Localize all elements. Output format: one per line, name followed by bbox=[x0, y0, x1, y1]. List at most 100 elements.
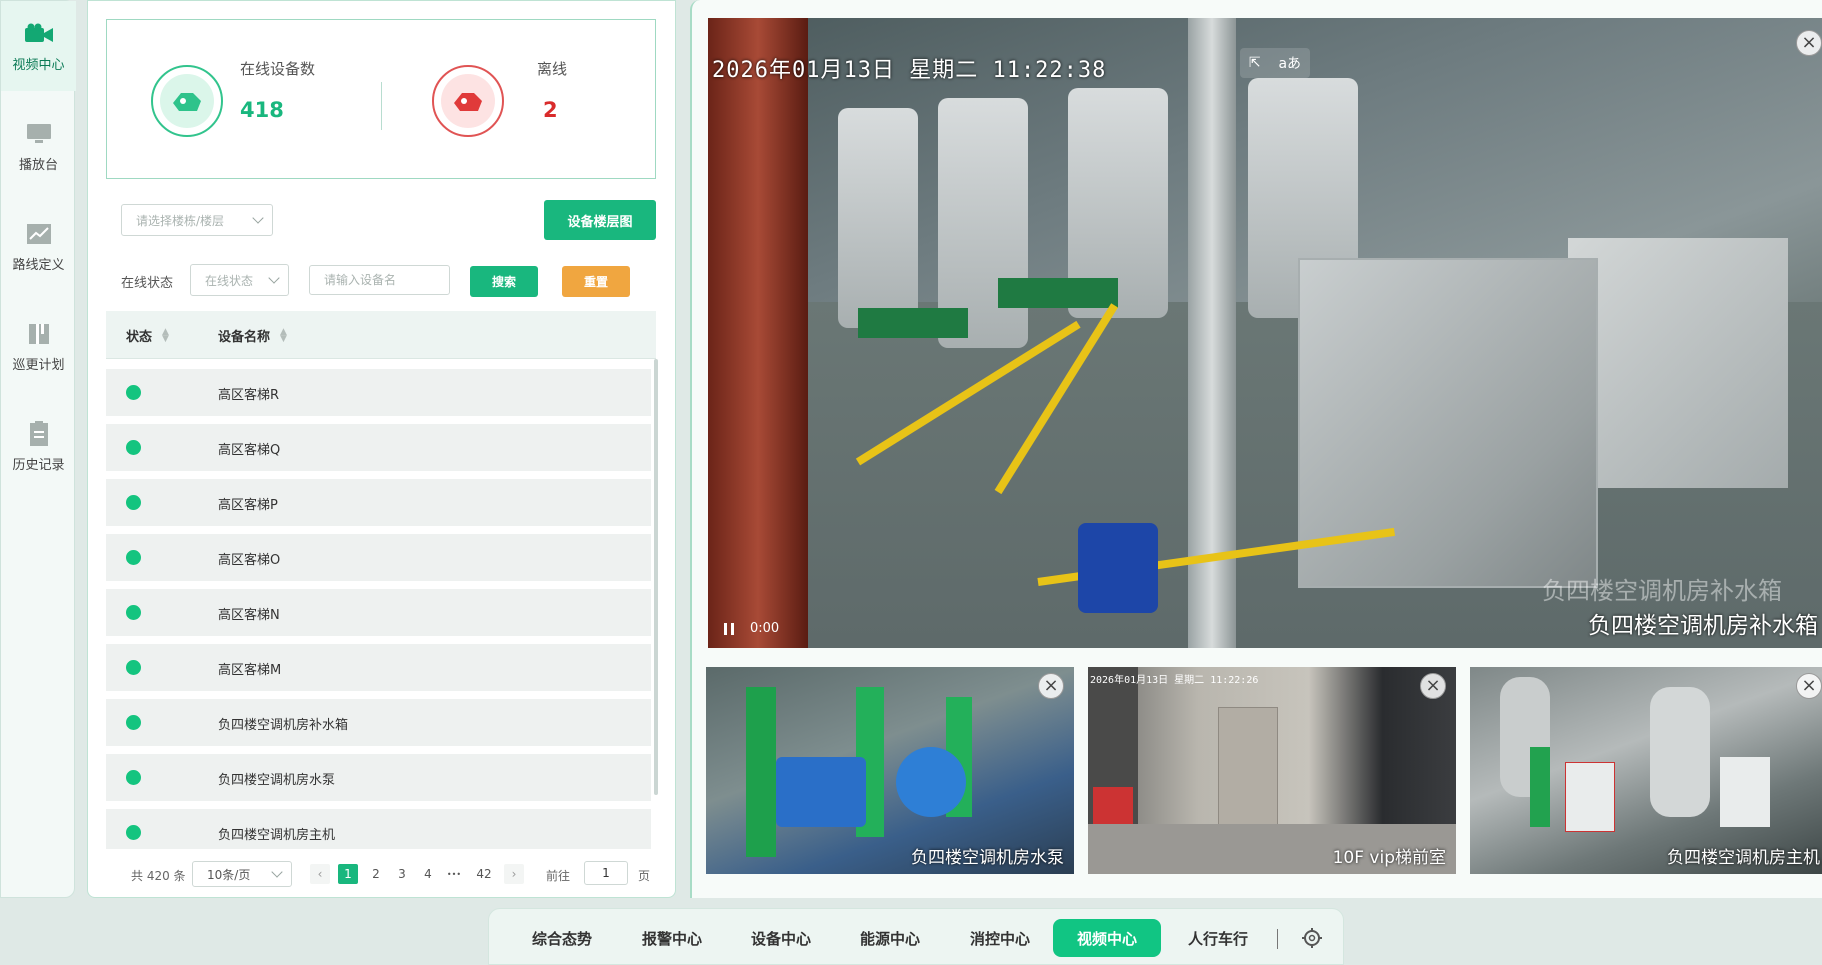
video-scene bbox=[1530, 747, 1550, 827]
close-thumbnail-button[interactable]: × bbox=[1038, 673, 1064, 699]
tab-alarm-center[interactable]: 报警中心 bbox=[623, 919, 721, 957]
online-status-dot bbox=[126, 770, 141, 785]
status-filter-label: 在线状态 bbox=[121, 276, 174, 291]
column-device-name[interactable]: 设备名称 ▲ ▼ bbox=[218, 326, 287, 345]
thumbnail-video-pump[interactable]: × 负四楼空调机房水泵 bbox=[706, 667, 1074, 874]
video-scene bbox=[1720, 757, 1770, 827]
table-row[interactable]: 负四楼空调机房补水箱 bbox=[106, 699, 651, 746]
search-button[interactable]: 搜索 bbox=[470, 266, 538, 297]
page-42[interactable]: 42 bbox=[470, 864, 498, 884]
list-scrollbar[interactable] bbox=[654, 359, 658, 795]
table-row[interactable]: 负四楼空调机房水泵 bbox=[106, 754, 651, 801]
page-1[interactable]: 1 bbox=[338, 864, 358, 884]
online-status-select[interactable]: 在线状态 bbox=[190, 264, 289, 296]
close-thumbnail-button[interactable]: × bbox=[1796, 673, 1822, 699]
online-status-placeholder: 在线状态 bbox=[205, 273, 254, 288]
nav-item-route[interactable]: 路线定义 bbox=[1, 201, 76, 291]
video-scene bbox=[746, 687, 776, 857]
column-status[interactable]: 状态 ▲ ▼ bbox=[126, 326, 169, 345]
thumbnail-label: 10F vip梯前室 bbox=[1332, 848, 1446, 868]
more-pages[interactable]: ••• bbox=[444, 864, 464, 884]
page-3[interactable]: 3 bbox=[392, 864, 412, 884]
nav-item-playback[interactable]: 播放台 bbox=[1, 101, 76, 191]
video-name: 负四楼空调机房补水箱 bbox=[1588, 613, 1818, 639]
device-name-input[interactable] bbox=[309, 265, 450, 295]
tab-overview[interactable]: 综合态势 bbox=[513, 919, 611, 957]
video-scene bbox=[1650, 687, 1710, 817]
gear-icon[interactable] bbox=[1299, 925, 1325, 951]
device-list: 高区客梯R 高区客梯Q 高区客梯P 高区客梯O 高区客梯N 高区客梯M 负四楼空… bbox=[106, 369, 651, 849]
device-name: 高区客梯Q bbox=[218, 443, 281, 458]
table-row[interactable]: 高区客梯M bbox=[106, 644, 651, 691]
table-row[interactable]: 高区客梯N bbox=[106, 589, 651, 636]
page-2[interactable]: 2 bbox=[366, 864, 386, 884]
goto-page-value: 1 bbox=[602, 866, 610, 880]
main-video-player[interactable]: 2026年01月13日 星期二 11:22:38 ⇱ aあ 负四楼空调机房补水箱… bbox=[708, 18, 1822, 648]
chevron-down-icon bbox=[252, 212, 264, 224]
offline-value: 2 bbox=[543, 98, 558, 122]
nav-item-video-center[interactable]: 视频中心 bbox=[1, 1, 76, 91]
monitor-icon bbox=[24, 120, 54, 148]
pause-icon[interactable] bbox=[724, 622, 734, 635]
device-panel: 在线设备数 418 离线 2 请选择楼栋/楼层 设备楼层图 在线状态 在线状态 … bbox=[87, 0, 676, 898]
playback-controls: 0:00 bbox=[724, 621, 779, 636]
goto-page-input[interactable]: 1 bbox=[584, 861, 628, 885]
video-scene bbox=[858, 308, 968, 338]
close-main-video-button[interactable]: × bbox=[1796, 30, 1822, 56]
camera-icon bbox=[24, 20, 54, 48]
thumbnail-video-chiller[interactable]: × 负四楼空调机房主机 bbox=[1470, 667, 1822, 874]
bottom-tab-bar: 综合态势 报警中心 设备中心 能源中心 消控中心 视频中心 人行车行 bbox=[488, 908, 1344, 965]
column-device-name-label: 设备名称 bbox=[218, 330, 271, 345]
thumbnail-label: 负四楼空调机房水泵 bbox=[911, 848, 1064, 868]
video-scene bbox=[1568, 238, 1788, 488]
device-name: 高区客梯R bbox=[218, 388, 280, 403]
translate-icon[interactable]: aあ bbox=[1278, 53, 1301, 73]
page-4[interactable]: 4 bbox=[418, 864, 438, 884]
video-scene bbox=[1078, 523, 1158, 613]
thumbnail-video-elevator[interactable]: 2026年01月13日 星期二 11:22:26 × 10F vip梯前室 bbox=[1088, 667, 1456, 874]
column-status-label: 状态 bbox=[126, 330, 153, 345]
thumbnail-timestamp: 2026年01月13日 星期二 11:22:26 bbox=[1090, 675, 1259, 686]
tab-pedestrian-vehicle[interactable]: 人行车行 bbox=[1169, 919, 1267, 957]
next-page-button[interactable]: › bbox=[504, 864, 524, 884]
close-thumbnail-button[interactable]: × bbox=[1420, 673, 1446, 699]
table-row[interactable]: 高区客梯R bbox=[106, 369, 651, 416]
tab-device-center[interactable]: 设备中心 bbox=[732, 919, 830, 957]
device-name: 高区客梯P bbox=[218, 498, 278, 513]
building-floor-placeholder: 请选择楼栋/楼层 bbox=[136, 213, 225, 228]
sort-icon: ▲ ▼ bbox=[162, 326, 169, 344]
table-row[interactable]: 高区客梯P bbox=[106, 479, 651, 526]
tab-energy-center[interactable]: 能源中心 bbox=[841, 919, 939, 957]
building-floor-select[interactable]: 请选择楼栋/楼层 bbox=[121, 204, 273, 236]
tab-video-center[interactable]: 视频中心 bbox=[1053, 919, 1161, 957]
online-status-dot bbox=[126, 605, 141, 620]
online-value: 418 bbox=[240, 98, 284, 122]
table-row[interactable]: 负四楼空调机房主机 bbox=[106, 809, 651, 849]
nav-item-history[interactable]: 历史记录 bbox=[1, 401, 76, 491]
chevron-down-icon bbox=[271, 866, 283, 878]
offline-label: 离线 bbox=[537, 60, 568, 78]
fullscreen-icon[interactable]: ⇱ bbox=[1249, 55, 1261, 71]
tab-fire-control-center[interactable]: 消控中心 bbox=[951, 919, 1049, 957]
device-name: 高区客梯O bbox=[218, 553, 281, 568]
device-stats: 在线设备数 418 离线 2 bbox=[106, 19, 656, 179]
thumbnail-label: 负四楼空调机房主机 bbox=[1667, 848, 1820, 868]
document-icon bbox=[24, 420, 54, 448]
chevron-down-icon bbox=[268, 272, 280, 284]
nav-item-patrol-plan[interactable]: 巡更计划 bbox=[1, 301, 76, 391]
table-header: 状态 ▲ ▼ 设备名称 ▲ ▼ bbox=[106, 311, 656, 359]
floor-map-button[interactable]: 设备楼层图 bbox=[544, 200, 656, 240]
video-overlay-controls[interactable]: ⇱ aあ bbox=[1240, 48, 1310, 78]
online-status-dot bbox=[126, 385, 141, 400]
online-status-dot bbox=[126, 440, 141, 455]
total-count: 共 420 条 bbox=[131, 869, 186, 883]
online-status-dot bbox=[126, 550, 141, 565]
reset-button[interactable]: 重置 bbox=[562, 266, 630, 297]
side-nav: 视频中心 播放台 路线定义 巡更计划 历史记录 bbox=[0, 0, 76, 898]
table-row[interactable]: 高区客梯O bbox=[106, 534, 651, 581]
prev-page-button[interactable]: ‹ bbox=[310, 864, 330, 884]
sort-icon: ▲ ▼ bbox=[280, 326, 287, 344]
nav-label: 巡更计划 bbox=[12, 357, 65, 373]
table-row[interactable]: 高区客梯Q bbox=[106, 424, 651, 471]
page-size-select[interactable]: 10条/页 bbox=[192, 861, 292, 887]
